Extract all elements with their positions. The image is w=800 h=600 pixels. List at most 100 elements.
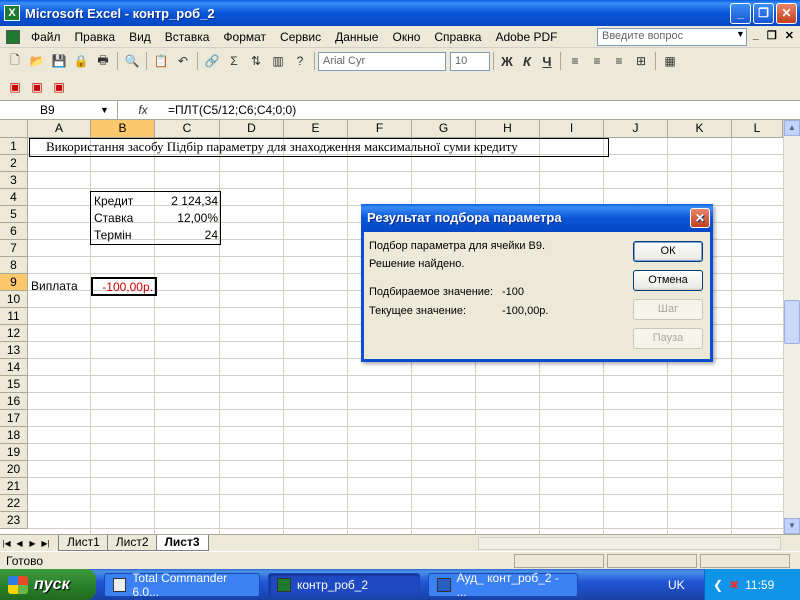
column-header-i[interactable]: I [540,120,604,138]
menu-insert[interactable]: Вставка [158,30,217,44]
column-header-l[interactable]: L [732,120,783,138]
language-indicator[interactable]: UK [668,578,685,592]
row-header-1[interactable]: 1 [0,138,28,155]
row-header-6[interactable]: 6 [0,223,28,240]
antivirus-icon[interactable]: ✖ [729,578,739,592]
row-header-22[interactable]: 22 [0,495,28,512]
sheet-tab-3[interactable]: Лист3 [155,535,209,551]
pause-button[interactable]: Пауза [633,328,703,349]
pdf-email-icon[interactable]: ▣ [28,78,46,96]
sheet-tab-1[interactable]: Лист1 [58,535,109,551]
row-header-3[interactable]: 3 [0,172,28,189]
row-header-18[interactable]: 18 [0,427,28,444]
column-header-e[interactable]: E [284,120,348,138]
next-sheet-icon[interactable]: ▶ [26,539,39,548]
cancel-button[interactable]: Отмена [633,270,703,291]
pdf-review-icon[interactable]: ▣ [50,78,68,96]
row-header-21[interactable]: 21 [0,478,28,495]
row-header-10[interactable]: 10 [0,291,28,308]
payment-label-cell[interactable]: Виплата [29,278,80,294]
print-icon[interactable]: 🖶 [94,52,112,70]
workbook-icon[interactable] [6,29,20,44]
term-label-cell[interactable]: Термін [92,227,134,243]
row-header-19[interactable]: 19 [0,444,28,461]
menu-tools[interactable]: Сервис [273,30,328,44]
sort-icon[interactable]: ⇅ [247,52,265,70]
research-icon[interactable]: 🔍 [123,52,141,70]
vertical-scrollbar[interactable]: ▲ ▼ [783,120,800,534]
formula-input[interactable]: =ПЛТ(C5/12;C6;C4;0;0) [168,103,296,117]
name-box-dropdown-icon[interactable]: ▼ [100,105,109,115]
open-icon[interactable]: 📂 [28,52,46,70]
row-header-4[interactable]: 4 [0,189,28,206]
menu-data[interactable]: Данные [328,30,385,44]
start-button[interactable]: пуск [0,569,96,600]
help-question-input[interactable]: Введите вопрос [597,28,747,46]
row-header-17[interactable]: 17 [0,410,28,427]
restore-button[interactable]: ❐ [753,3,774,24]
menu-adobe-pdf[interactable]: Adobe PDF [488,30,564,44]
column-header-a[interactable]: A [28,120,91,138]
row-header-15[interactable]: 15 [0,376,28,393]
permission-icon[interactable]: 🔒 [72,52,90,70]
minimize-button[interactable]: _ [730,3,751,24]
paste-icon[interactable]: 📋 [152,52,170,70]
autosum-icon[interactable]: Σ [225,52,243,70]
horizontal-scrollbar[interactable] [478,537,781,550]
column-header-b[interactable]: B [91,120,155,138]
row-header-7[interactable]: 7 [0,240,28,257]
align-center-icon[interactable]: ≡ [588,52,606,70]
row-header-9[interactable]: 9 [0,274,28,291]
borders-icon[interactable]: ▦ [661,52,679,70]
help-icon[interactable]: ? [291,52,309,70]
row-header-5[interactable]: 5 [0,206,28,223]
rate-label-cell[interactable]: Ставка [92,210,135,226]
credit-label-cell[interactable]: Кредит [92,193,135,209]
step-button[interactable]: Шаг [633,299,703,320]
column-header-g[interactable]: G [412,120,476,138]
save-icon[interactable]: 💾 [50,52,68,70]
menu-edit[interactable]: Правка [68,30,123,44]
row-header-13[interactable]: 13 [0,342,28,359]
workbook-minimize-button[interactable]: _ [753,29,759,42]
task-total-commander[interactable]: Total Commander 6.0... [104,571,260,599]
last-sheet-icon[interactable]: ▶| [39,539,52,548]
name-box[interactable]: B9 ▼ [0,101,118,119]
dialog-close-button[interactable]: ✕ [690,208,710,228]
close-button[interactable]: ✕ [776,3,797,24]
bold-button[interactable]: Ж [497,54,517,69]
column-header-h[interactable]: H [476,120,540,138]
workbook-restore-button[interactable]: ❐ [767,29,777,42]
row-header-14[interactable]: 14 [0,359,28,376]
column-header-c[interactable]: C [155,120,220,138]
row-header-11[interactable]: 11 [0,308,28,325]
menu-help[interactable]: Справка [427,30,488,44]
align-right-icon[interactable]: ≡ [610,52,628,70]
row-header-2[interactable]: 2 [0,155,28,172]
column-header-k[interactable]: K [668,120,732,138]
prev-sheet-icon[interactable]: ◀ [13,539,26,548]
menu-file[interactable]: Файл [24,30,68,44]
font-size-select[interactable]: 10 [450,51,490,71]
ok-button[interactable]: ОК [633,241,703,262]
term-value-cell[interactable]: 24 [155,227,220,243]
undo-icon[interactable]: ↶ [174,52,192,70]
column-header-d[interactable]: D [220,120,284,138]
first-sheet-icon[interactable]: |◀ [0,539,13,548]
tray-arrow-icon[interactable]: ❮ [713,578,723,592]
hyperlink-icon[interactable]: 🔗 [203,52,221,70]
scroll-up-icon[interactable]: ▲ [784,120,800,136]
help-dropdown-icon[interactable]: ▼ [736,29,745,39]
row-header-20[interactable]: 20 [0,461,28,478]
row-header-16[interactable]: 16 [0,393,28,410]
column-header-f[interactable]: F [348,120,412,138]
insert-function-icon[interactable]: fx [118,103,168,117]
underline-button[interactable]: Ч [537,54,557,69]
vertical-scroll-thumb[interactable] [784,300,800,344]
pdf-convert-icon[interactable]: ▣ [6,78,24,96]
align-left-icon[interactable]: ≡ [566,52,584,70]
row-header-23[interactable]: 23 [0,512,28,529]
select-all-corner[interactable] [0,120,28,138]
rate-value-cell[interactable]: 12,00% [155,210,220,226]
scroll-down-icon[interactable]: ▼ [784,518,800,534]
